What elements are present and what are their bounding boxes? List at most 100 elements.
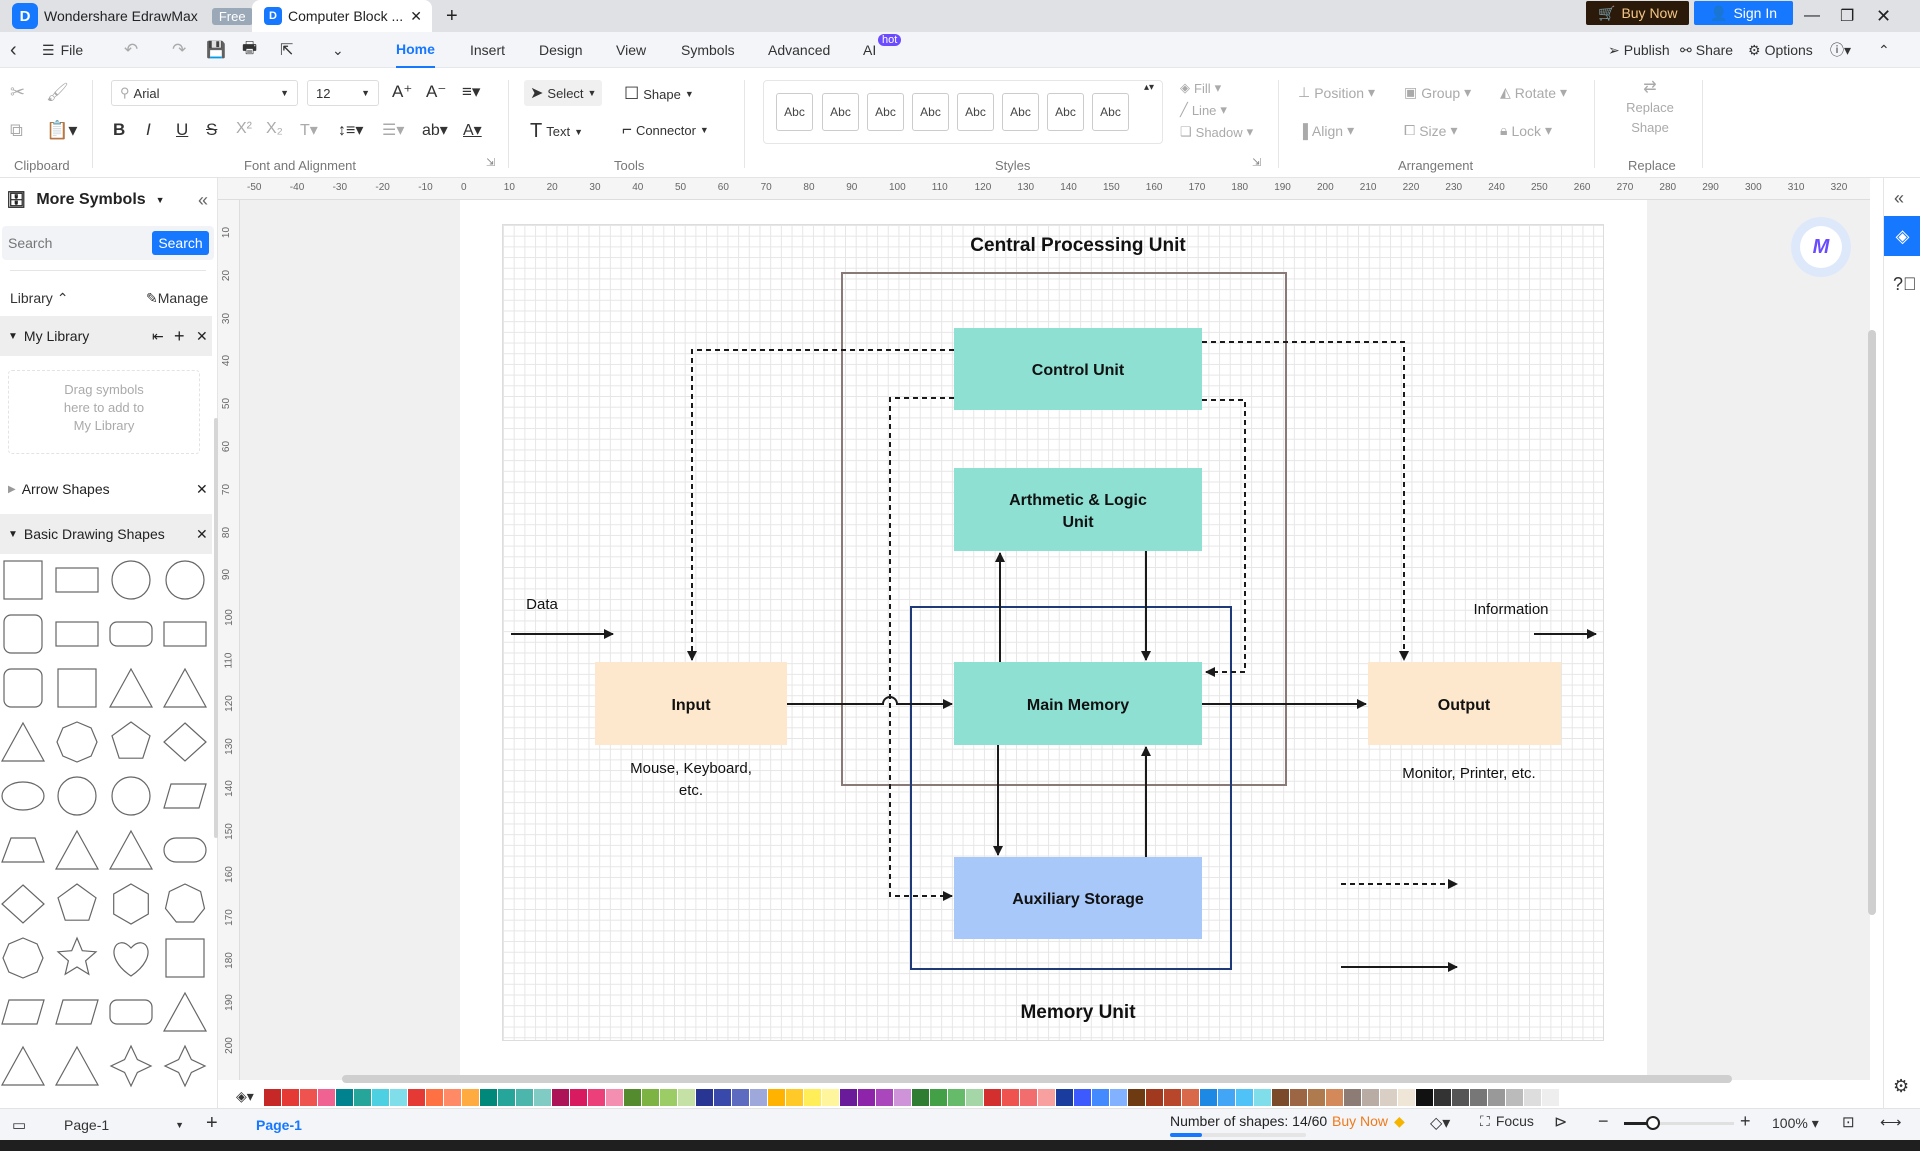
color-swatch[interactable] xyxy=(1290,1088,1307,1106)
color-swatch[interactable] xyxy=(282,1088,299,1106)
color-swatch[interactable] xyxy=(1470,1088,1487,1106)
zoom-out-button[interactable]: − xyxy=(1598,1111,1609,1132)
color-swatch[interactable] xyxy=(318,1088,335,1106)
horizontal-scrollbar[interactable] xyxy=(342,1075,1732,1083)
color-swatch[interactable] xyxy=(876,1088,893,1106)
input-box[interactable]: Input xyxy=(595,662,787,745)
color-swatch[interactable] xyxy=(624,1088,641,1106)
color-swatch[interactable] xyxy=(840,1088,857,1106)
color-swatch[interactable] xyxy=(930,1088,947,1106)
color-swatch[interactable] xyxy=(480,1088,497,1106)
zoom-slider[interactable] xyxy=(1624,1116,1734,1130)
color-swatch[interactable] xyxy=(1038,1088,1055,1106)
color-swatch[interactable] xyxy=(1326,1088,1343,1106)
zoom-slider-thumb[interactable] xyxy=(1646,1116,1660,1130)
color-swatch[interactable] xyxy=(552,1088,569,1106)
color-swatch[interactable] xyxy=(1272,1088,1289,1106)
color-swatch[interactable] xyxy=(1542,1088,1559,1106)
layers-icon[interactable]: ◇▾ xyxy=(1430,1113,1450,1133)
color-swatch[interactable] xyxy=(300,1088,317,1106)
color-swatch[interactable] xyxy=(804,1088,821,1106)
color-swatch[interactable] xyxy=(660,1088,677,1106)
color-swatch[interactable] xyxy=(1488,1088,1505,1106)
color-swatch[interactable] xyxy=(1128,1088,1145,1106)
buy-now-link[interactable]: Buy Now xyxy=(1332,1113,1388,1129)
help-circle-icon[interactable]: ?⃝ xyxy=(1893,274,1917,295)
alu-box[interactable]: Arthmetic & Logic Unit xyxy=(954,468,1202,551)
page-select[interactable]: Page-1 ▼ xyxy=(54,1113,184,1137)
color-swatch[interactable] xyxy=(570,1088,587,1106)
color-swatch[interactable] xyxy=(786,1088,803,1106)
control-unit-box[interactable]: Control Unit xyxy=(954,328,1202,410)
output-box[interactable]: Output xyxy=(1368,662,1561,745)
color-swatch[interactable] xyxy=(822,1088,839,1106)
connector-input-main[interactable] xyxy=(787,696,953,709)
color-swatch[interactable] xyxy=(1200,1088,1217,1106)
color-swatch[interactable] xyxy=(1236,1088,1253,1106)
color-swatch[interactable] xyxy=(750,1088,767,1106)
color-swatch[interactable] xyxy=(1056,1088,1073,1106)
color-swatch[interactable] xyxy=(984,1088,1001,1106)
color-swatch[interactable] xyxy=(696,1088,713,1106)
color-swatch[interactable] xyxy=(1218,1088,1235,1106)
vertical-scrollbar[interactable] xyxy=(1868,330,1876,915)
color-swatch[interactable] xyxy=(1398,1088,1415,1106)
ai-assistant-button[interactable]: M xyxy=(1791,217,1851,277)
play-icon[interactable]: ⊳ xyxy=(1554,1112,1567,1132)
color-swatch[interactable] xyxy=(516,1088,533,1106)
color-swatch[interactable] xyxy=(1254,1088,1271,1106)
format-panel-icon[interactable]: ◈ xyxy=(1884,216,1920,256)
dashed-connector-control-input[interactable] xyxy=(687,349,954,661)
color-swatch[interactable] xyxy=(1362,1088,1379,1106)
color-swatch[interactable] xyxy=(1380,1088,1397,1106)
color-swatch[interactable] xyxy=(642,1088,659,1106)
main-memory-box[interactable]: Main Memory xyxy=(954,662,1202,745)
color-swatch[interactable] xyxy=(1002,1088,1019,1106)
fill-color-icon[interactable]: ◈▾ xyxy=(236,1088,254,1105)
color-swatch[interactable] xyxy=(1092,1088,1109,1106)
color-swatch[interactable] xyxy=(912,1088,929,1106)
color-swatch[interactable] xyxy=(264,1088,281,1106)
color-swatch[interactable] xyxy=(1146,1088,1163,1106)
color-swatch[interactable] xyxy=(444,1088,461,1106)
color-swatch[interactable] xyxy=(354,1088,371,1106)
color-swatch[interactable] xyxy=(336,1088,353,1106)
color-swatch[interactable] xyxy=(1020,1088,1037,1106)
fit-page-icon[interactable]: ⊡ xyxy=(1842,1113,1855,1131)
auxiliary-storage-box[interactable]: Auxiliary Storage xyxy=(954,857,1202,939)
color-swatch[interactable] xyxy=(1308,1088,1325,1106)
color-swatch[interactable] xyxy=(498,1088,515,1106)
zoom-in-button[interactable]: + xyxy=(1740,1111,1751,1132)
dashed-connector-control-output[interactable] xyxy=(1202,341,1409,661)
color-swatch[interactable] xyxy=(1452,1088,1469,1106)
color-swatch[interactable] xyxy=(678,1088,695,1106)
color-swatch[interactable] xyxy=(1434,1088,1451,1106)
color-swatch[interactable] xyxy=(390,1088,407,1106)
zoom-level-select[interactable]: 100% ▾ xyxy=(1772,1115,1819,1132)
color-swatch[interactable] xyxy=(858,1088,875,1106)
color-swatch[interactable] xyxy=(606,1088,623,1106)
color-swatch[interactable] xyxy=(1344,1088,1361,1106)
add-page-button[interactable]: + xyxy=(206,1112,218,1135)
color-swatch[interactable] xyxy=(1110,1088,1127,1106)
dashed-connector-control-aux[interactable] xyxy=(889,397,954,901)
color-swatch[interactable] xyxy=(966,1088,983,1106)
color-swatch[interactable] xyxy=(732,1088,749,1106)
color-swatch[interactable] xyxy=(1182,1088,1199,1106)
color-swatch[interactable] xyxy=(426,1088,443,1106)
settings-gear-icon[interactable]: ⚙ xyxy=(1893,1076,1909,1097)
color-swatch[interactable] xyxy=(1164,1088,1181,1106)
color-swatch[interactable] xyxy=(894,1088,911,1106)
page-tab-active[interactable]: Page-1 xyxy=(256,1117,302,1133)
color-swatch[interactable] xyxy=(948,1088,965,1106)
color-swatch[interactable] xyxy=(768,1088,785,1106)
color-swatch[interactable] xyxy=(534,1088,551,1106)
color-swatch[interactable] xyxy=(408,1088,425,1106)
color-swatch[interactable] xyxy=(462,1088,479,1106)
page-panel-icon[interactable]: ▭ xyxy=(12,1116,26,1134)
color-swatch[interactable] xyxy=(1416,1088,1433,1106)
color-swatch[interactable] xyxy=(372,1088,389,1106)
color-swatch[interactable] xyxy=(588,1088,605,1106)
color-swatch[interactable] xyxy=(1506,1088,1523,1106)
focus-button[interactable]: ⛶ Focus xyxy=(1480,1113,1534,1130)
